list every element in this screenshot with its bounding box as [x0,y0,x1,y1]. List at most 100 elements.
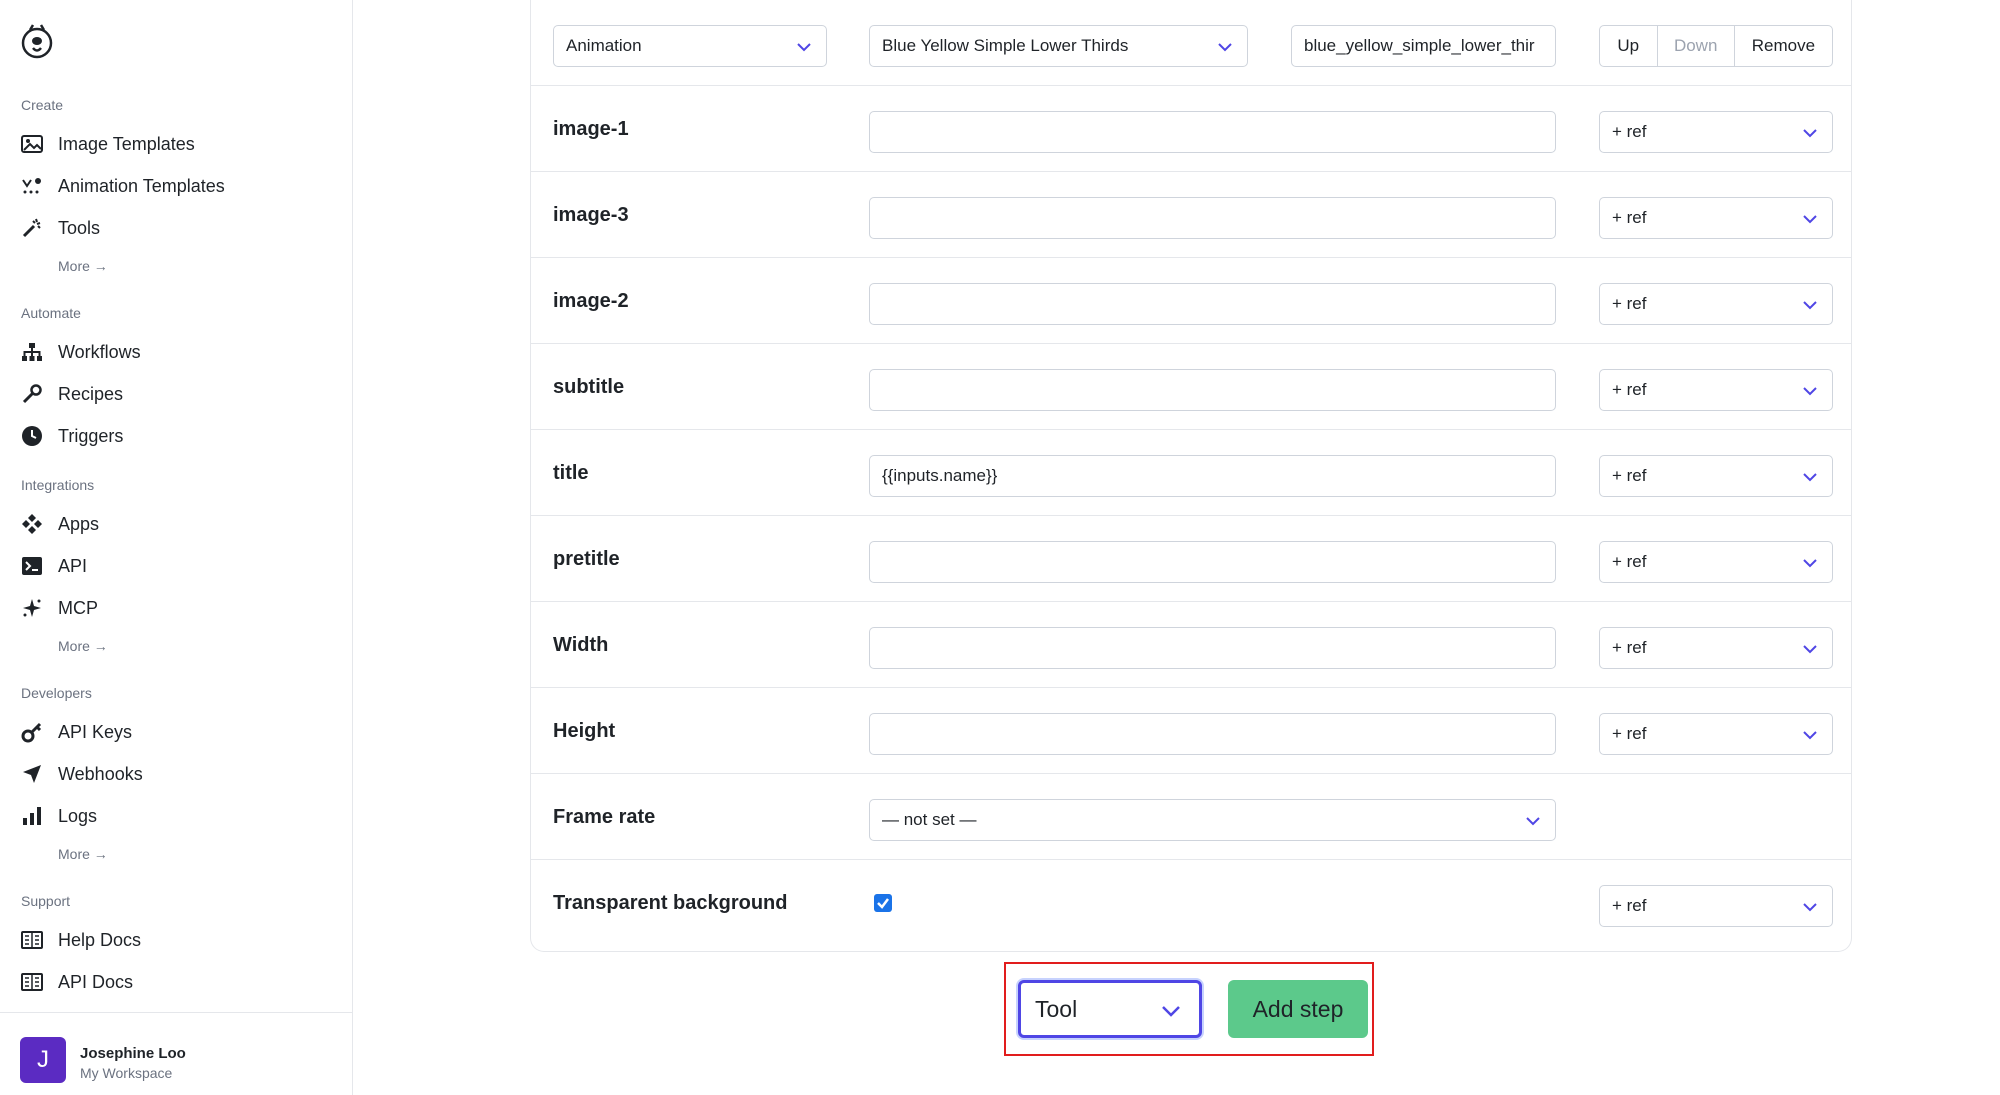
section-title-create: Create [21,97,64,113]
sidebar-item-label: MCP [58,597,98,618]
field-label: image-2 [553,289,629,312]
field-row-width: Width + ref [531,602,1851,688]
sidebar-item-image-templates[interactable]: Image Templates [20,129,195,159]
sidebar-item-recipes[interactable]: Recipes [20,379,123,409]
frame-rate-select[interactable]: — not set — [869,799,1556,841]
terminal-icon [20,554,44,578]
user-profile[interactable]: J Josephine Loo My Workspace [0,1012,352,1095]
sidebar-item-workflows[interactable]: Workflows [20,337,141,367]
sidebar-item-label: Animation Templates [58,175,225,196]
field-row-image-1: image-1 + ref [531,86,1851,172]
section-title-integrations: Integrations [21,477,95,493]
sidebar-item-api-docs[interactable]: API Docs [20,967,133,997]
apps-icon [20,512,44,536]
add-step-button[interactable]: Add step [1228,980,1368,1038]
chevron-down-icon [1803,387,1817,396]
field-input[interactable] [869,111,1556,153]
chevron-down-icon [1803,129,1817,138]
sidebar-item-tools[interactable]: Tools [20,213,100,243]
ref-select-label: + ref [1612,724,1647,743]
workspace-name: My Workspace [80,1065,173,1081]
ref-select-label: + ref [1612,294,1647,313]
template-select[interactable]: Blue Yellow Simple Lower Thirds [869,25,1248,67]
frame-rate-value: — not set — [882,810,977,829]
transparent-background-checkbox[interactable] [874,894,892,912]
ref-select[interactable]: + ref [1599,197,1833,239]
ref-select-label: + ref [1612,638,1647,657]
book-icon [20,928,44,952]
sidebar-item-label: Workflows [58,341,141,362]
check-icon [877,898,889,909]
field-label: Height [553,719,616,742]
template-value: Blue Yellow Simple Lower Thirds [882,36,1129,55]
field-row-image-3: image-3 + ref [531,172,1851,258]
ref-select[interactable]: + ref [1599,713,1833,755]
more-link-create[interactable]: More → [58,258,108,274]
field-row-height: Height + ref [531,688,1851,774]
workflow-icon [20,340,44,364]
magic-wand-icon [20,216,44,240]
ref-select[interactable]: + ref [1599,111,1833,153]
ref-select[interactable]: + ref [1599,541,1833,583]
chevron-down-icon [1803,473,1817,482]
field-input[interactable] [869,541,1556,583]
field-label: Frame rate [553,805,656,828]
sidebar-item-api-keys[interactable]: API Keys [20,717,132,747]
field-row-pretitle: pretitle + ref [531,516,1851,602]
sidebar-item-api[interactable]: API [20,551,87,581]
clock-icon [20,424,44,448]
sidebar-item-label: Logs [58,805,98,826]
ref-select-label: + ref [1612,466,1647,485]
template-id-input[interactable]: blue_yellow_simple_lower_thir [1291,25,1556,67]
ref-select-label: + ref [1612,552,1647,571]
sidebar-item-logs[interactable]: Logs [20,801,97,831]
section-title-automate: Automate [21,305,81,321]
step-type-select[interactable]: Animation [553,25,827,67]
bar-chart-icon [20,804,44,828]
move-up-button[interactable]: Up [1600,26,1658,66]
sidebar-item-help-docs[interactable]: Help Docs [20,925,141,955]
ref-select-label: + ref [1612,896,1647,915]
sidebar-item-triggers[interactable]: Triggers [20,421,123,451]
ref-select[interactable]: + ref [1599,885,1833,927]
field-input[interactable] [869,197,1556,239]
sidebar-item-label: Triggers [58,425,124,446]
more-link-developers[interactable]: More → [58,846,108,862]
sidebar-item-animation-templates[interactable]: Animation Templates [20,171,225,201]
ref-select[interactable]: + ref [1599,283,1833,325]
sidebar-item-label: Recipes [58,383,124,404]
sidebar-item-label: Apps [58,513,100,534]
step-kind-select[interactable]: Tool [1018,980,1202,1038]
chevron-down-icon [1526,817,1540,826]
field-row-subtitle: subtitle + ref [531,344,1851,430]
logo-icon[interactable] [20,18,56,62]
field-input[interactable] [869,713,1556,755]
more-link-integrations[interactable]: More → [58,638,108,654]
book-icon [20,970,44,994]
move-down-button[interactable]: Down [1658,26,1735,66]
step-header-row: Animation Blue Yellow Simple Lower Third… [531,0,1851,86]
image-icon [20,132,44,156]
field-label: Transparent background [553,891,788,914]
sidebar-item-webhooks[interactable]: Webhooks [20,759,143,789]
field-input[interactable] [869,283,1556,325]
remove-step-button[interactable]: Remove [1735,26,1832,66]
field-input[interactable] [869,369,1556,411]
avatar: J [20,1037,66,1083]
ref-select[interactable]: + ref [1599,369,1833,411]
sidebar-item-label: Tools [58,217,101,238]
field-input[interactable] [869,627,1556,669]
section-title-support: Support [21,893,71,909]
chevron-down-icon [1803,559,1817,568]
field-input[interactable]: {{inputs.name}} [869,455,1556,497]
step-kind-value: Tool [1035,995,1078,1022]
ref-select[interactable]: + ref [1599,627,1833,669]
sidebar-item-mcp[interactable]: MCP [20,593,98,623]
sidebar-item-apps[interactable]: Apps [20,509,99,539]
step-actions: Up Down Remove [1599,25,1833,67]
add-step-controls: Tool Add step [1004,962,1374,1056]
ref-select[interactable]: + ref [1599,455,1833,497]
field-label: pretitle [553,547,620,570]
ref-select-label: + ref [1612,208,1647,227]
field-label: Width [553,633,609,656]
